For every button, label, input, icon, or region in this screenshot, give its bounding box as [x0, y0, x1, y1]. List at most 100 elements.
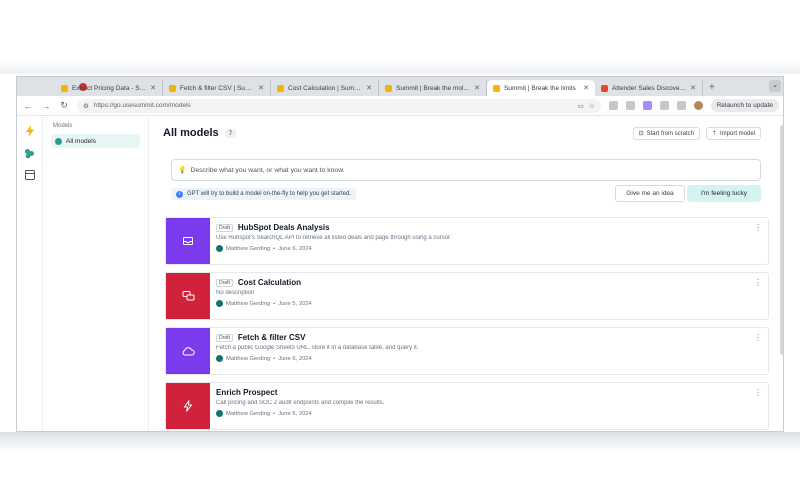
header-actions: ⊡ Start from scratch ⇡ Import model — [632, 127, 761, 140]
extension-icon[interactable] — [659, 101, 669, 110]
tab-title: Extract Pricing Data - Summit — [72, 84, 146, 92]
bulb-icon: 💡 — [178, 167, 187, 174]
site-info-icon[interactable]: ⚙ — [83, 102, 89, 110]
favicon-icon — [169, 84, 176, 92]
give-idea-button[interactable]: Give me an idea — [615, 185, 685, 202]
model-meta: Matthew Gerding • June 6, 2024 — [216, 355, 748, 362]
models-nav-icon[interactable] — [24, 147, 36, 159]
model-name[interactable]: Enrich Prospect — [216, 388, 277, 397]
sidebar-item-all-models[interactable]: All models — [51, 134, 140, 148]
browser-tab[interactable]: Attender Sales Discovery F ✕ — [595, 80, 703, 96]
models-icon — [55, 137, 62, 145]
import-model-button[interactable]: ⇡ Import model — [705, 127, 761, 140]
draft-badge: Draft — [216, 223, 233, 232]
close-tab-icon[interactable]: ✕ — [474, 84, 480, 92]
sidebar-header: Models — [53, 123, 73, 129]
sidebar: Models All models — [43, 117, 149, 431]
author-avatar — [216, 300, 223, 307]
page-header: All models 7 — [163, 127, 237, 139]
model-thumbnail — [166, 328, 210, 374]
browser-tab-active[interactable]: Summit | Break the limits ✕ — [487, 80, 595, 96]
favicon-icon — [385, 84, 392, 92]
browser-tab[interactable]: Extract Pricing Data - Summit ✕ — [55, 80, 163, 96]
start-from-scratch-button[interactable]: ⊡ Start from scratch — [632, 127, 700, 140]
browser-tab[interactable]: Summit | Break the mold with ✕ — [379, 80, 487, 96]
cloud-icon — [182, 347, 195, 356]
bolt-icon — [183, 400, 193, 412]
author-name: Matthew Gerding — [226, 300, 271, 307]
model-description: Call pricing and SOC 2 audit endpoints a… — [216, 400, 385, 406]
model-card-body: Draft Cost Calculation No description Ma… — [216, 278, 748, 307]
model-name[interactable]: Cost Calculation — [238, 278, 301, 287]
tab-title: Fetch & filter CSV | Summit — [180, 84, 255, 92]
draft-badge: Draft — [216, 278, 233, 287]
button-label: Start from scratch — [646, 130, 694, 137]
model-card[interactable]: Draft HubSpot Deals Analysis Use Hubspot… — [165, 217, 769, 265]
more-options-icon[interactable]: ⋮ — [754, 223, 762, 232]
model-date: June 5, 2024 — [278, 300, 312, 307]
browser-tab[interactable]: Fetch & filter CSV | Summit ✕ — [163, 80, 271, 96]
close-tab-icon[interactable]: ✕ — [258, 84, 264, 92]
author-name: Matthew Gerding — [226, 410, 271, 417]
model-name[interactable]: HubSpot Deals Analysis — [238, 223, 330, 232]
close-tab-icon[interactable]: ✕ — [366, 84, 372, 92]
model-card[interactable]: Enrich Prospect Call pricing and SOC 2 a… — [165, 382, 769, 430]
favicon-icon — [277, 84, 284, 92]
bolt-logo-icon[interactable] — [24, 125, 36, 137]
backdrop-top — [0, 60, 800, 74]
model-card[interactable]: Draft Fetch & filter CSV Fetch a public … — [165, 327, 769, 375]
browser-tab[interactable]: Cost Calculation | Summit ✕ — [271, 80, 379, 96]
inbox-icon — [183, 237, 193, 245]
tab-search-icon[interactable]: ⌄ — [769, 80, 781, 92]
url-text[interactable]: https://go.usesummit.com/models — [94, 102, 573, 109]
author-avatar — [216, 355, 223, 362]
info-icon: i — [176, 190, 183, 198]
import-icon: ⇡ — [711, 131, 717, 137]
gpt-hint: i GPT will try to build a model on-the-f… — [171, 188, 356, 200]
scrollbar[interactable] — [780, 125, 783, 355]
table-nav-icon[interactable] — [24, 169, 36, 181]
model-date: June 6, 2024 — [278, 245, 312, 252]
model-card-body: Draft HubSpot Deals Analysis Use Hubspot… — [216, 223, 748, 252]
describe-input[interactable]: 💡 Describe what you want, or what you wa… — [171, 159, 761, 181]
bookmark-star-icon[interactable]: ☆ — [589, 102, 595, 110]
extension-icon[interactable] — [642, 101, 652, 110]
sidebar-item-label: All models — [66, 137, 96, 145]
more-options-icon[interactable]: ⋮ — [754, 278, 762, 287]
back-icon[interactable]: ← — [23, 101, 33, 111]
avatar[interactable] — [693, 101, 703, 110]
model-description: Use Hubspot's SearchQL API to retrieve a… — [216, 235, 452, 241]
more-options-icon[interactable]: ⋮ — [754, 333, 762, 342]
extensions-puzzle-icon[interactable] — [676, 101, 686, 110]
browser-window: Extract Pricing Data - Summit ✕ Fetch & … — [16, 76, 784, 432]
favicon-icon — [601, 84, 608, 92]
model-card-body: Draft Fetch & filter CSV Fetch a public … — [216, 333, 748, 362]
more-options-icon[interactable]: ⋮ — [754, 388, 762, 397]
extension-icon[interactable] — [625, 101, 635, 110]
extension-icon[interactable] — [608, 101, 618, 110]
model-card[interactable]: Draft Cost Calculation No description Ma… — [165, 272, 769, 320]
reload-icon[interactable]: ↻ — [59, 100, 69, 111]
cast-icon[interactable]: ▭ — [578, 102, 584, 110]
tab-title: Summit | Break the mold with — [396, 84, 470, 92]
model-meta: Matthew Gerding • June 6, 2024 — [216, 245, 748, 252]
relaunch-button[interactable]: Relaunch to update — [710, 99, 779, 112]
meta-separator: • — [273, 300, 276, 307]
feeling-lucky-button[interactable]: I'm feeling lucky — [687, 185, 761, 202]
draft-badge: Draft — [216, 333, 233, 342]
new-tab-button[interactable]: + — [703, 80, 721, 96]
address-bar[interactable]: ⚙ https://go.usesummit.com/models ▭ ☆ — [77, 98, 601, 113]
browser-toolbar: ← → ↻ ⚙ https://go.usesummit.com/models … — [17, 96, 783, 116]
stage: Extract Pricing Data - Summit ✕ Fetch & … — [0, 0, 800, 500]
main-content: All models 7 ⊡ Start from scratch ⇡ Impo… — [157, 117, 769, 431]
model-description: Fetch a public Google Sheets URL, store … — [216, 345, 419, 351]
describe-placeholder: Describe what you want, or what you want… — [190, 166, 345, 174]
close-tab-icon[interactable]: ✕ — [150, 84, 156, 92]
close-tab-icon[interactable]: ✕ — [690, 84, 696, 92]
tab-title: Attender Sales Discovery F — [612, 84, 687, 92]
forward-icon[interactable]: → — [41, 101, 51, 111]
model-name[interactable]: Fetch & filter CSV — [238, 333, 306, 342]
author-name: Matthew Gerding — [226, 355, 271, 362]
close-tab-icon[interactable]: ✕ — [583, 84, 589, 92]
app-body: Models All models All models 7 ⊡ Start f… — [17, 117, 783, 431]
